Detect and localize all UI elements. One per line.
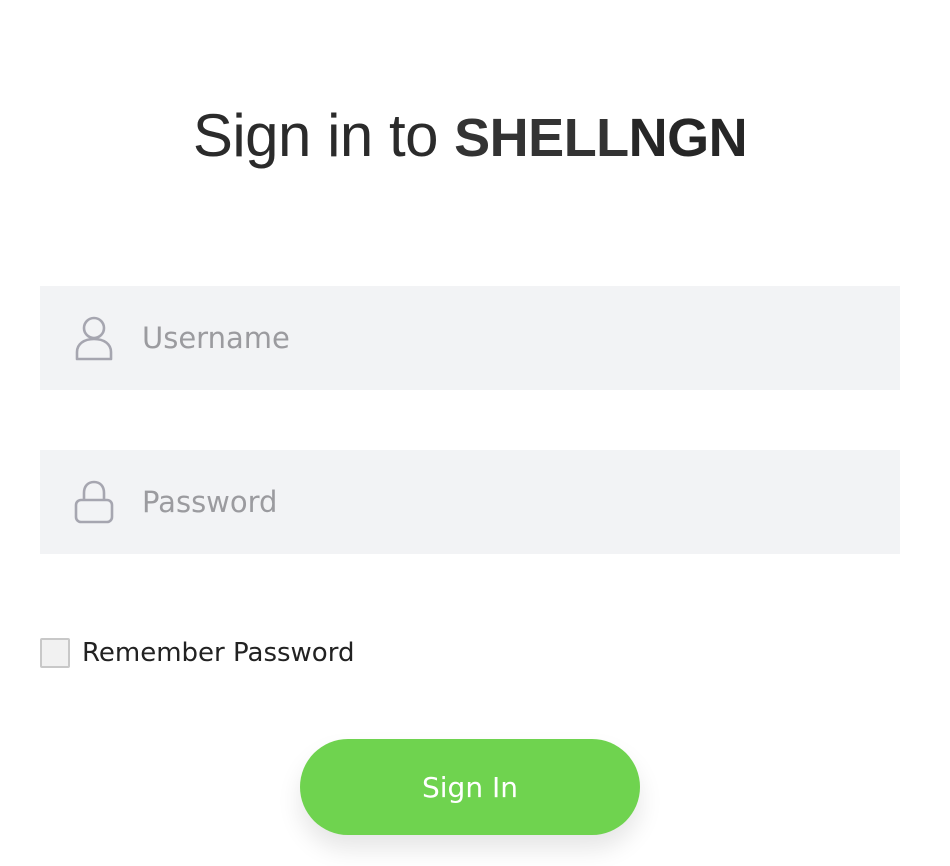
user-icon (74, 314, 114, 362)
username-field[interactable] (40, 286, 900, 390)
password-field[interactable] (40, 450, 900, 554)
title-prefix: Sign in to (192, 102, 455, 169)
sign-in-button[interactable]: Sign In (300, 739, 640, 835)
username-input[interactable] (140, 307, 864, 369)
remember-password-checkbox[interactable] (40, 638, 70, 668)
password-input[interactable] (140, 471, 864, 533)
remember-password-row[interactable]: Remember Password (40, 638, 354, 668)
brand-name-part1: SHELL (454, 108, 629, 168)
login-page: Sign in to SHELLNGN Remember Password Si… (0, 0, 950, 866)
page-title: Sign in to SHELLNGN (0, 96, 940, 178)
lock-icon (74, 478, 114, 526)
brand-name-part2: NGN (628, 108, 748, 168)
remember-password-label: Remember Password (82, 638, 355, 668)
